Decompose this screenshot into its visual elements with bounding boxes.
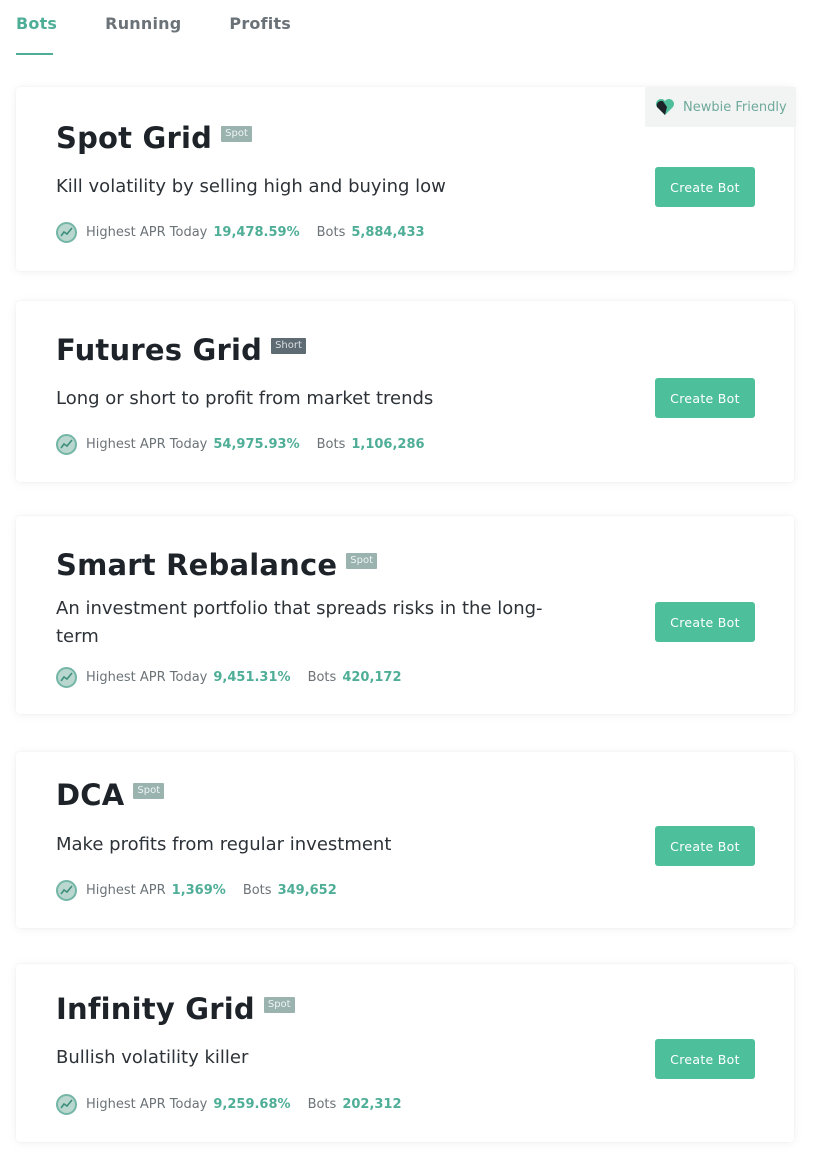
create-bot-button[interactable]: Create Bot <box>655 602 755 642</box>
card-title: Spot Grid <box>56 121 213 155</box>
create-bot-button[interactable]: Create Bot <box>655 826 755 866</box>
apr-label: Highest APR Today <box>86 670 208 685</box>
apr-value: 54,975.93% <box>213 437 300 452</box>
card-title-row: Spot Grid Spot <box>56 121 252 155</box>
card-description: Kill volatility by selling high and buyi… <box>56 176 446 197</box>
card-stats: Highest APR 1,369% Bots 349,652 <box>56 880 354 901</box>
apr-icon <box>56 667 77 688</box>
apr-icon <box>56 880 77 901</box>
bots-value: 1,106,286 <box>351 437 425 452</box>
card-title-row: DCA Spot <box>56 778 165 812</box>
bots-value: 349,652 <box>277 883 337 898</box>
bot-card-dca: DCA Spot Make profits from regular inves… <box>16 752 794 928</box>
apr-icon <box>56 222 77 243</box>
card-stats: Highest APR Today 9,259.68% Bots 202,312 <box>56 1094 419 1115</box>
bots-value: 5,884,433 <box>351 225 425 240</box>
apr-label: Highest APR Today <box>86 1097 208 1112</box>
card-stats: Highest APR Today 19,478.59% Bots 5,884,… <box>56 222 442 243</box>
card-title: Futures Grid <box>56 333 263 367</box>
bot-card-spot-grid: Newbie Friendly Spot Grid Spot Kill vola… <box>16 87 796 271</box>
bots-label: Bots <box>316 437 346 452</box>
card-description: Make profits from regular investment <box>56 834 392 855</box>
newbie-friendly-badge: Newbie Friendly <box>645 87 796 127</box>
apr-label: Highest APR Today <box>86 225 208 240</box>
card-description: Long or short to profit from market tren… <box>56 388 434 409</box>
create-bot-button[interactable]: Create Bot <box>655 378 755 418</box>
apr-label: Highest APR Today <box>86 437 208 452</box>
bot-card-infinity-grid: Infinity Grid Spot Bullish volatility ki… <box>16 964 794 1142</box>
apr-value: 19,478.59% <box>213 225 300 240</box>
card-stats: Highest APR Today 9,451.31% Bots 420,172 <box>56 667 419 688</box>
newbie-friendly-label: Newbie Friendly <box>683 99 787 115</box>
apr-value: 1,369% <box>171 883 226 898</box>
apr-value: 9,259.68% <box>213 1097 291 1112</box>
bots-label: Bots <box>307 1097 337 1112</box>
market-tag: Spot <box>221 126 252 142</box>
market-tag: Spot <box>346 553 378 569</box>
bots-page: Bots Running Profits Newbie Friendly Spo… <box>0 0 816 1170</box>
card-title: Infinity Grid <box>56 992 255 1026</box>
card-title: DCA <box>56 778 125 812</box>
create-bot-button[interactable]: Create Bot <box>655 167 755 207</box>
apr-label: Highest APR <box>86 883 166 898</box>
bots-value: 202,312 <box>342 1097 402 1112</box>
apr-icon <box>56 434 77 455</box>
create-bot-button[interactable]: Create Bot <box>655 1039 755 1079</box>
market-tag: Spot <box>133 783 165 799</box>
bots-value: 420,172 <box>342 670 402 685</box>
tab-bots[interactable]: Bots <box>16 14 57 56</box>
card-title-row: Infinity Grid Spot <box>56 992 295 1026</box>
card-description: An investment portfolio that spreads ris… <box>56 598 543 647</box>
tab-bar: Bots Running Profits <box>16 14 339 56</box>
tab-profits[interactable]: Profits <box>229 14 291 56</box>
card-title-row: Smart Rebalance Spot <box>56 548 378 582</box>
bots-label: Bots <box>307 670 337 685</box>
market-tag: Short <box>271 338 306 354</box>
bots-label: Bots <box>242 883 272 898</box>
card-title: Smart Rebalance <box>56 548 338 582</box>
bot-card-smart-rebalance: Smart Rebalance Spot An investment portf… <box>16 516 794 714</box>
apr-icon <box>56 1094 77 1115</box>
card-title-row: Futures Grid Short <box>56 333 306 367</box>
card-stats: Highest APR Today 54,975.93% Bots 1,106,… <box>56 434 442 455</box>
apr-value: 9,451.31% <box>213 670 291 685</box>
tab-running[interactable]: Running <box>105 14 181 56</box>
bots-label: Bots <box>316 225 346 240</box>
card-description: Bullish volatility killer <box>56 1047 249 1068</box>
heart-icon <box>656 99 674 115</box>
bot-card-futures-grid: Futures Grid Short Long or short to prof… <box>16 301 794 482</box>
market-tag: Spot <box>263 997 295 1013</box>
